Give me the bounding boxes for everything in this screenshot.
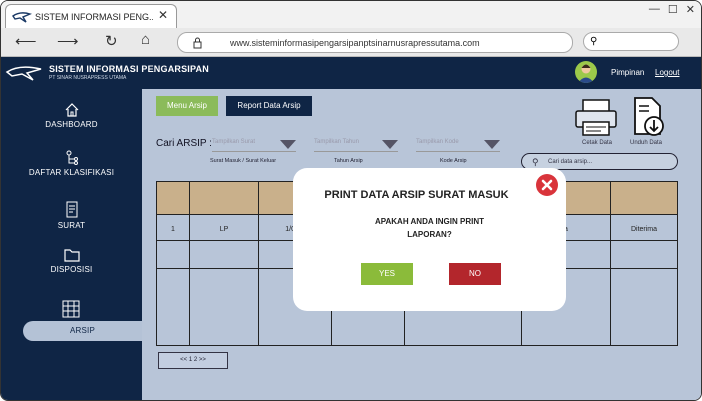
address-bar-row: ⟵ ⟶ ↻ ⌂ www.sisteminformasipengarsipanpt… <box>1 28 701 57</box>
minimize-icon[interactable]: — <box>649 3 660 16</box>
folder-icon <box>63 249 80 262</box>
sidebar: DASHBOARD DAFTAR KLASIFIKASI SURAT DISPO… <box>1 89 142 400</box>
avatar[interactable] <box>575 61 597 83</box>
home-icon <box>65 103 78 117</box>
url-text: www.sisteminformasipengarsipanptsinarnus… <box>230 37 480 48</box>
back-arrow-icon[interactable]: ⟵ <box>15 32 37 50</box>
company-name: PT SINAR NUSRAPRESS UTAMA <box>49 75 127 81</box>
browser-window: SISTEM INFORMASI PENG... ✕ — ☐ ✕ ⟵ ⟶ ↻ ⌂… <box>0 0 702 401</box>
lock-icon <box>193 37 202 48</box>
filter-tahun-caption: Tahun Arsip <box>334 158 363 164</box>
sidebar-item-arsip[interactable]: ARSIP <box>23 321 142 341</box>
sidebar-item-label: DAFTAR KLASIFIKASI <box>28 168 115 177</box>
document-icon <box>66 201 77 218</box>
search-icon: ⚲ <box>590 36 598 47</box>
url-field[interactable]: www.sisteminformasipengarsipanptsinarnus… <box>177 32 573 53</box>
sidebar-item-daftar-klasifikasi[interactable]: DAFTAR KLASIFIKASI <box>1 150 142 177</box>
yes-button[interactable]: YES <box>361 263 413 285</box>
dialog-title: PRINT DATA ARSIP SURAT MASUK <box>324 189 509 201</box>
no-button[interactable]: NO <box>449 263 501 285</box>
user-name: Pimpinan <box>611 68 645 77</box>
dialog-message: APAKAH ANDA INGIN PRINT LAPORAN? <box>293 215 566 241</box>
pagination[interactable]: << 1 2 >> <box>158 352 228 369</box>
menu-arsip-button[interactable]: Menu Arsip <box>156 96 218 116</box>
sidebar-item-label: SURAT <box>57 221 86 230</box>
hierarchy-icon <box>66 150 78 165</box>
filter-tahun-dropdown[interactable]: Tampilkan Tahun <box>314 139 398 152</box>
browser-search-field[interactable]: ⚲ <box>583 32 679 51</box>
reload-icon[interactable]: ↻ <box>105 32 118 50</box>
print-confirm-dialog: PRINT DATA ARSIP SURAT MASUK APAKAH ANDA… <box>293 168 566 311</box>
filter-tahun-placeholder: Tampilkan Tahun <box>314 139 359 145</box>
tab-title: SISTEM INFORMASI PENG... <box>35 11 153 22</box>
company-logo-icon <box>5 66 42 81</box>
cetak-data-label: Cetak Data <box>582 140 613 146</box>
report-data-arsip-button[interactable]: Report Data Arsip <box>226 96 312 116</box>
filter-surat-placeholder: Tampilkan Surat <box>212 139 256 145</box>
archive-icon <box>62 300 80 318</box>
close-window-icon[interactable]: ✕ <box>686 3 695 16</box>
sidebar-item-label: ARSIP <box>69 326 95 335</box>
search-placeholder: Cari data arsip... <box>548 159 593 165</box>
sidebar-item-surat[interactable]: SURAT <box>1 201 142 230</box>
dropdown-arrow-icon <box>382 140 398 149</box>
app-name: SISTEM INFORMASI PENGARSIPAN <box>49 64 209 74</box>
forward-arrow-icon[interactable]: ⟶ <box>57 32 79 50</box>
dropdown-arrow-icon <box>484 140 500 149</box>
filter-kode-placeholder: Tampilkan Kode <box>416 139 459 145</box>
cell-no: 1 <box>156 214 190 241</box>
filter-kode-caption: Kode Arsip <box>440 158 467 164</box>
tab-bar: SISTEM INFORMASI PENG... ✕ — ☐ ✕ <box>1 1 701 28</box>
sidebar-item-disposisi[interactable]: DISPOSISI <box>1 247 142 274</box>
cell-status: Diterima <box>610 214 678 241</box>
sidebar-item-dashboard[interactable]: DASHBOARD <box>1 102 142 129</box>
printer-icon[interactable] <box>573 98 621 138</box>
dropdown-arrow-icon <box>280 140 296 149</box>
logout-link[interactable]: Logout <box>655 68 679 77</box>
maximize-icon[interactable]: ☐ <box>668 3 678 16</box>
close-dialog-icon[interactable] <box>536 174 558 196</box>
download-document-icon[interactable] <box>632 96 666 138</box>
logo-icon <box>12 11 32 23</box>
app-header: SISTEM INFORMASI PENGARSIPAN PT SINAR NU… <box>1 57 701 89</box>
unduh-data-label: Unduh Data <box>630 140 663 146</box>
filter-kode-dropdown[interactable]: Tampilkan Kode <box>416 139 500 152</box>
dialog-message-line2: LAPORAN? <box>407 230 452 239</box>
browser-tab[interactable]: SISTEM INFORMASI PENG... ✕ <box>5 4 177 28</box>
sidebar-item-label: DISPOSISI <box>50 265 93 274</box>
filter-surat-dropdown[interactable]: Tampilkan Surat <box>212 139 296 152</box>
dialog-message-line1: APAKAH ANDA INGIN PRINT <box>374 217 485 226</box>
cell-kode: LP <box>189 214 259 241</box>
home-browser-icon[interactable]: ⌂ <box>141 31 150 48</box>
sidebar-item-label: DASHBOARD <box>45 120 98 129</box>
window-controls: — ☐ ✕ <box>649 3 695 16</box>
close-tab-icon[interactable]: ✕ <box>158 8 168 22</box>
cari-arsip-label: Cari ARSIP : <box>156 138 212 149</box>
filter-surat-caption: Surat Masuk / Surat Keluar <box>210 158 277 164</box>
